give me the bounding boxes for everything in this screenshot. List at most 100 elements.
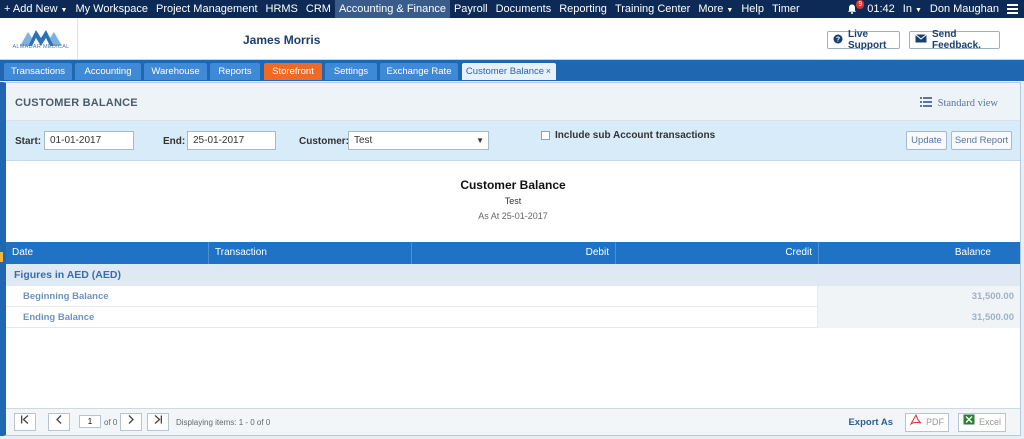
end-date-input[interactable]: [187, 131, 276, 150]
nav-payroll[interactable]: Payroll: [450, 0, 492, 18]
nav-more-label: More: [698, 3, 724, 15]
live-support-label: Live Support: [848, 29, 887, 51]
sub-account-checkbox[interactable]: Include sub Account transactions: [541, 130, 715, 141]
col-transaction[interactable]: Transaction: [209, 242, 412, 264]
tab-storefront[interactable]: Storefront: [264, 63, 322, 80]
nav-more[interactable]: More ▼: [694, 0, 737, 18]
page-of-text: of 0: [104, 418, 118, 427]
report-customer: Test: [504, 196, 522, 206]
logo-divider: [77, 18, 78, 60]
nav-accounting-finance[interactable]: Accounting & Finance: [334, 0, 450, 18]
tab-reports[interactable]: Reports: [210, 63, 260, 80]
start-label: Start:: [15, 136, 42, 147]
module-tab-bar: Transactions Accounting Warehouse Report…: [0, 60, 1024, 81]
last-page-button[interactable]: [147, 413, 169, 431]
nav-help[interactable]: Help: [737, 0, 768, 18]
nav-timer[interactable]: Timer: [768, 0, 804, 18]
report-panel: CUSTOMER BALANCE Standard view Start: En…: [3, 82, 1021, 436]
displaying-items-text: Displaying items: 1 - 0 of 0: [176, 418, 271, 427]
chevron-left-icon: [56, 415, 62, 424]
col-credit[interactable]: Credit: [616, 242, 819, 264]
close-tab-icon[interactable]: ×: [546, 63, 551, 80]
clock-time: 01:42: [867, 3, 895, 15]
tab-transactions[interactable]: Transactions: [4, 63, 72, 80]
nav-training-center[interactable]: Training Center: [611, 0, 694, 18]
nav-crm[interactable]: CRM: [302, 0, 335, 18]
export-excel-button[interactable]: Excel: [957, 413, 1006, 432]
row-label: Ending Balance: [23, 312, 95, 323]
customer-selected-value: Test: [354, 135, 373, 146]
customer-label: Customer:: [299, 136, 350, 147]
prev-page-button[interactable]: [48, 413, 70, 431]
caret-down-icon: ▼: [726, 7, 734, 14]
nav-reporting[interactable]: Reporting: [555, 0, 611, 18]
next-page-button[interactable]: [120, 413, 142, 431]
nav-add-new[interactable]: + Add New ▼: [0, 0, 71, 18]
excel-icon: [963, 414, 975, 431]
grid-footer: of 0 Displaying items: 1 - 0 of 0 Export…: [6, 408, 1020, 435]
row-label: Beginning Balance: [23, 291, 109, 302]
col-debit[interactable]: Debit: [412, 242, 616, 264]
status-label: In: [902, 3, 912, 15]
col-date[interactable]: Date: [6, 242, 209, 264]
current-user-name: James Morris: [243, 33, 321, 47]
tab-customer-balance-label: Customer Balance: [465, 66, 545, 77]
live-support-button[interactable]: ? Live Support: [827, 29, 900, 51]
standard-view-toggle[interactable]: Standard view: [919, 97, 998, 110]
nav-add-new-label: + Add New: [4, 3, 58, 15]
top-navigation: + Add New ▼ My Workspace Project Manageme…: [0, 0, 1024, 18]
balance-grid: Date Transaction Debit Credit Balance Fi…: [6, 242, 1020, 328]
send-feedback-label: Send Feedback.: [932, 29, 981, 51]
page-number-input[interactable]: [79, 415, 101, 428]
update-button[interactable]: Update: [906, 131, 947, 150]
tab-warehouse[interactable]: Warehouse: [144, 63, 207, 80]
chevron-right-icon: [128, 415, 134, 424]
sub-account-label: Include sub Account transactions: [555, 130, 716, 141]
export-as-label: Export As: [848, 417, 893, 428]
excel-label: Excel: [978, 417, 1001, 427]
header: ALMADAR MEDICAL James Morris ? Live Supp…: [0, 18, 1024, 60]
nav-project-management[interactable]: Project Management: [152, 0, 262, 18]
caret-down-icon: ▼: [60, 7, 68, 14]
question-circle-icon: ?: [833, 34, 843, 47]
standard-view-label: Standard view: [937, 98, 998, 109]
svg-text:?: ?: [836, 36, 840, 43]
nav-my-workspace[interactable]: My Workspace: [71, 0, 152, 18]
select-arrow-icon: ▼: [476, 136, 484, 145]
first-page-icon: [21, 415, 29, 424]
company-logo: [20, 30, 62, 46]
grid-header: Date Transaction Debit Credit Balance: [6, 242, 1020, 264]
send-feedback-button[interactable]: Send Feedback.: [909, 29, 1000, 51]
tab-settings[interactable]: Settings: [325, 63, 377, 80]
grid-group-header: Figures in AED (AED): [6, 264, 1020, 286]
topnav-right: 9 01:42 In ▼ Don Maughan: [847, 0, 1024, 18]
start-date-input[interactable]: [44, 131, 134, 150]
tab-customer-balance[interactable]: Customer Balance ×: [462, 63, 556, 80]
table-row: Ending Balance 31,500.00: [6, 307, 1020, 328]
row-balance: 31,500.00: [817, 307, 1020, 328]
checkbox-box[interactable]: [541, 131, 550, 140]
col-balance[interactable]: Balance: [819, 242, 1021, 264]
logo-text: ALMADAR MEDICAL: [12, 44, 70, 50]
table-row: Beginning Balance 31,500.00: [6, 286, 1020, 307]
page-title: CUSTOMER BALANCE: [15, 97, 138, 109]
tab-accounting[interactable]: Accounting: [75, 63, 141, 80]
filter-bar: Start: End: Customer: Test ▼ Include sub…: [6, 121, 1020, 161]
first-page-button[interactable]: [14, 413, 36, 431]
status-dropdown[interactable]: In ▼: [899, 0, 926, 18]
envelope-icon: [915, 34, 927, 46]
report-title: Customer Balance: [460, 178, 566, 192]
nav-hrms[interactable]: HRMS: [262, 0, 302, 18]
pdf-label: PDF: [926, 417, 944, 427]
tab-exchange-rate[interactable]: Exchange Rate: [380, 63, 458, 80]
notification-bell-icon[interactable]: 9: [847, 0, 865, 14]
export-pdf-button[interactable]: PDF: [905, 413, 949, 432]
send-report-button[interactable]: Send Report: [951, 131, 1012, 150]
menu-icon[interactable]: [1007, 4, 1018, 14]
user-menu[interactable]: Don Maughan: [926, 0, 1003, 18]
customer-select[interactable]: Test ▼: [348, 131, 489, 150]
last-page-icon: [154, 415, 162, 424]
caret-down-icon: ▼: [914, 7, 922, 14]
nav-documents[interactable]: Documents: [492, 0, 556, 18]
pdf-icon: [909, 413, 922, 431]
